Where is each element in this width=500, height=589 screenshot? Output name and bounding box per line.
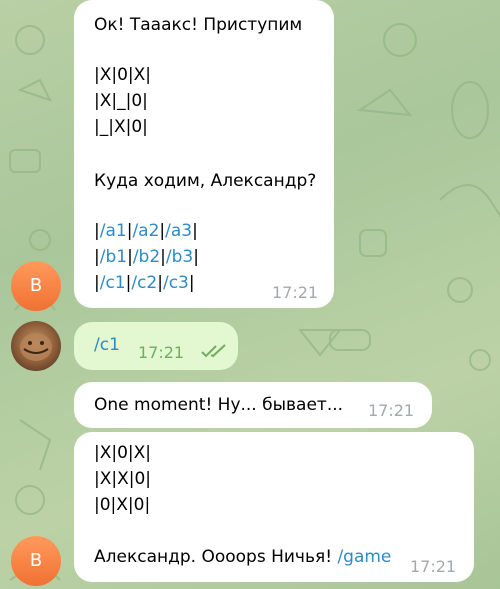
bot-avatar-letter: B xyxy=(29,550,43,571)
board-row-3: |_|X|0| xyxy=(94,117,148,137)
command-row-c: |/c1|/c2|/c3| xyxy=(94,273,195,293)
command-link-game[interactable]: /game xyxy=(337,547,391,567)
message-timestamp: 17:21 xyxy=(272,283,319,302)
command-link-b3[interactable]: /b3 xyxy=(166,247,193,267)
command-link-c1[interactable]: /c1 xyxy=(100,273,126,293)
message-timestamp: 17:21 xyxy=(368,401,415,420)
message-text: One moment! Ну... бывает... xyxy=(94,395,344,415)
command-link-a2[interactable]: /a2 xyxy=(132,221,159,241)
user-photo-icon xyxy=(20,333,52,361)
message-timestamp: 17:21 xyxy=(138,343,185,362)
incoming-message-board-start: Ок! Тааакс! Приступим |X|0|X| |X|_|0| |_… xyxy=(74,0,334,308)
command-link-c3[interactable]: /c3 xyxy=(163,273,189,293)
bot-avatar-letter: B xyxy=(29,275,43,296)
command-link-b2[interactable]: /b2 xyxy=(133,247,160,267)
command-link-c2[interactable]: /c2 xyxy=(131,273,157,293)
board-row-3: |0|X|0| xyxy=(94,495,151,515)
result-text-line: Александр. Оooops Ничья! /game xyxy=(94,546,391,568)
question-text: Куда ходим, Александр? xyxy=(94,171,317,191)
bot-avatar[interactable]: B xyxy=(11,536,61,586)
bot-avatar[interactable]: B xyxy=(11,261,61,311)
board-row-2: |X|X|0| xyxy=(94,469,152,489)
board-row-2: |X|_|0| xyxy=(94,91,148,111)
outgoing-message: /c1 17:21 xyxy=(74,322,238,370)
command-row-a: |/a1|/a2|/a3| xyxy=(94,221,198,241)
command-row-b: |/b1|/b2|/b3| xyxy=(94,247,199,267)
board-row-1: |X|0|X| xyxy=(94,65,152,85)
incoming-message-board-final: |X|0|X| |X|X|0| |0|X|0| Александр. Оooop… xyxy=(74,432,474,582)
user-avatar[interactable] xyxy=(11,321,61,371)
result-text: Александр. Оooops Ничья! xyxy=(94,547,338,567)
command-link-a1[interactable]: /a1 xyxy=(100,221,127,241)
outgoing-command-text[interactable]: /c1 xyxy=(94,334,120,356)
read-double-check-icon xyxy=(201,344,226,358)
command-link-b1[interactable]: /b1 xyxy=(100,247,127,267)
message-timestamp: 17:21 xyxy=(410,557,457,576)
incoming-message-thinking: One moment! Ну... бывает... 17:21 xyxy=(74,382,432,428)
message-text-line: Ок! Тааакс! Приступим xyxy=(94,15,303,35)
board-row-1: |X|0|X| xyxy=(94,443,152,463)
command-link-a3[interactable]: /a3 xyxy=(165,221,192,241)
